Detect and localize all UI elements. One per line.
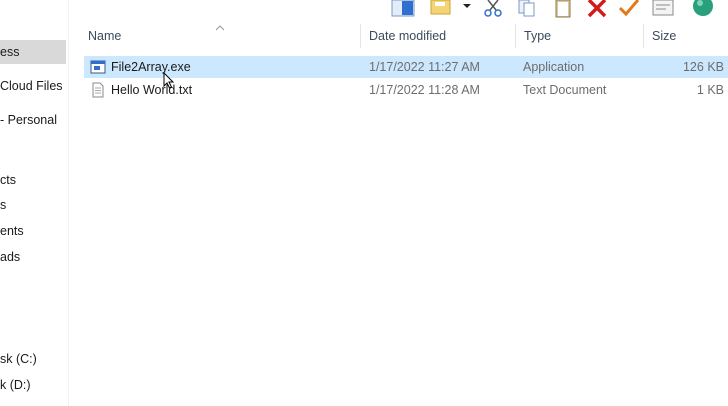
column-header-label: Size <box>652 29 677 43</box>
toolbar <box>384 0 728 20</box>
file-date-modified: 1/17/2022 11:27 AM <box>369 60 480 74</box>
cut-icon[interactable] <box>482 0 504 18</box>
file-row[interactable]: File2Array.exe 1/17/2022 11:27 AM Applic… <box>84 56 728 78</box>
file-type: Application <box>523 60 585 74</box>
globe-icon[interactable] <box>692 0 714 18</box>
column-header-size[interactable]: Size <box>644 24 728 48</box>
nav-item-disk-d[interactable]: k (D:) <box>0 373 31 397</box>
paste-icon[interactable] <box>552 0 574 18</box>
dropdown-arrow-icon[interactable] <box>462 0 472 18</box>
nav-item-label: ess <box>0 45 20 59</box>
properties-icon[interactable] <box>652 0 674 18</box>
file-date-modified: 1/17/2022 11:28 AM <box>369 83 480 97</box>
nav-item-label: ads <box>0 250 21 264</box>
navigation-pane: ess Cloud Files - Personal cts s ents ad… <box>0 0 68 406</box>
nav-item-label: - Personal <box>0 113 57 127</box>
details-pane-icon[interactable] <box>390 0 416 18</box>
file-size: 1 KB <box>696 83 724 97</box>
nav-item-label: ents <box>0 224 24 238</box>
nav-item-label: k (D:) <box>0 378 31 392</box>
nav-item-label: sk (C:) <box>0 352 37 366</box>
pane-divider[interactable] <box>68 0 69 406</box>
nav-item-objects[interactable]: cts <box>0 168 16 192</box>
nav-item-quick-access[interactable]: ess <box>0 40 66 64</box>
copy-icon[interactable] <box>516 0 538 18</box>
nav-item-onedrive-personal[interactable]: - Personal <box>0 108 57 132</box>
nav-item-cloud-files[interactable]: Cloud Files <box>0 74 63 98</box>
nav-item-desktop[interactable]: s <box>0 193 6 217</box>
column-header-label: Type <box>524 29 552 43</box>
column-headers: Name Date modified Type Size <box>80 24 728 48</box>
nav-item-downloads[interactable]: ads <box>0 245 20 269</box>
column-header-date-modified[interactable]: Date modified <box>361 24 515 48</box>
file-name: Hello World.txt <box>111 83 193 97</box>
nav-item-label: Cloud Files <box>0 79 63 93</box>
nav-item-documents[interactable]: ents <box>0 219 24 243</box>
delete-icon[interactable] <box>586 0 608 18</box>
file-name: File2Array.exe <box>111 60 191 74</box>
checkmark-icon[interactable] <box>618 0 640 18</box>
new-folder-icon[interactable] <box>430 0 452 18</box>
nav-item-label: cts <box>0 173 16 187</box>
mouse-pointer-icon <box>163 71 175 90</box>
nav-item-label: s <box>0 198 7 212</box>
text-document-icon <box>90 82 106 98</box>
column-header-name[interactable]: Name <box>80 24 358 48</box>
column-header-label: Date modified <box>369 29 447 43</box>
column-header-label: Name <box>88 29 122 43</box>
file-type: Text Document <box>523 83 607 97</box>
nav-item-local-disk-c[interactable]: sk (C:) <box>0 347 37 371</box>
file-size: 126 KB <box>682 60 724 74</box>
file-row[interactable]: Hello World.txt 1/17/2022 11:28 AM Text … <box>84 79 728 101</box>
application-icon <box>90 59 106 75</box>
column-header-type[interactable]: Type <box>516 24 644 48</box>
